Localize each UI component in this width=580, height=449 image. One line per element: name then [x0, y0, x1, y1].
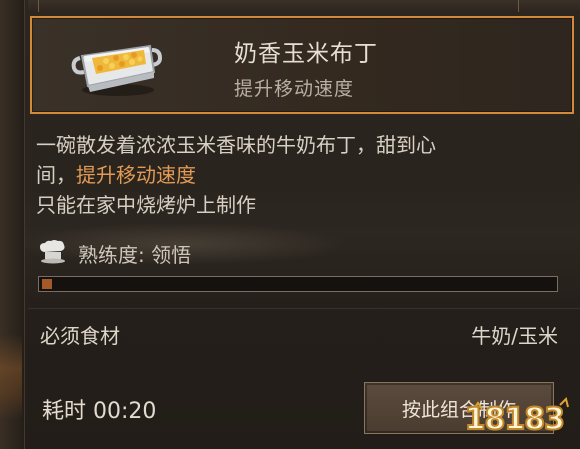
section-divider — [28, 308, 580, 309]
description-highlight: 提升移动速度 — [76, 163, 196, 187]
item-description: 一碗散发着浓浓玉米香味的牛奶布丁，甜到心 间，提升移动速度 只能在家中烧烤炉上制… — [36, 130, 566, 220]
watermark-text: 18183 — [464, 401, 566, 438]
mastery-progress-bar — [38, 276, 558, 292]
item-effect: 提升移动速度 — [234, 78, 355, 100]
description-line-2: 间，提升移动速度 — [36, 160, 566, 190]
craft-time: 耗时 00:20 — [42, 399, 157, 424]
description-line-2-prefix: 间， — [36, 163, 76, 187]
ingredients-label: 必须食材 — [40, 324, 120, 348]
ingredients-value: 牛奶/玉米 — [471, 324, 558, 348]
description-line-1: 一碗散发着浓浓玉米香味的牛奶布丁，甜到心 — [36, 133, 436, 157]
selected-recipe-card[interactable]: 奶香玉米布丁 提升移动速度 — [30, 16, 574, 114]
top-frame-edge — [28, 0, 580, 12]
left-side-panel-edge — [0, 0, 25, 449]
corn-pudding-dish-icon — [70, 28, 163, 100]
mastery-label: 熟练度: 领悟 — [78, 243, 192, 267]
chef-hat-icon — [38, 240, 68, 264]
item-name: 奶香玉米布丁 — [234, 41, 378, 67]
watermark-logo: 18183 — [464, 393, 574, 445]
mastery-progress-fill — [42, 279, 52, 289]
description-line-3: 只能在家中烧烤炉上制作 — [36, 193, 256, 217]
